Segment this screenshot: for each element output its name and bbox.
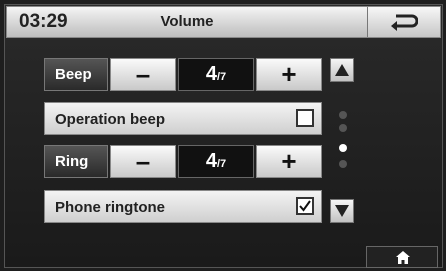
phone-ringtone-row[interactable]: Phone ringtone (44, 190, 322, 223)
checkmark-icon (299, 200, 311, 212)
beep-decrease-button[interactable]: – (110, 58, 176, 91)
phone-ringtone-checkbox[interactable] (296, 197, 314, 215)
ring-value-number: 4 (205, 150, 217, 172)
down-triangle-icon (335, 205, 349, 217)
beep-volume-row: Beep – 4/7 + (44, 58, 322, 91)
beep-value: 4/7 (178, 58, 254, 91)
home-icon (396, 251, 410, 264)
back-arrow-icon (391, 14, 418, 31)
beep-label: Beep (44, 58, 108, 91)
ring-volume-row: Ring – 4/7 + (44, 145, 322, 178)
page-dot-3-active (339, 144, 347, 152)
phone-ringtone-label: Phone ringtone (55, 199, 165, 216)
up-triangle-icon (335, 64, 349, 76)
ring-value: 4/7 (178, 145, 254, 178)
beep-increase-button[interactable]: + (256, 58, 322, 91)
ring-decrease-button[interactable]: – (110, 145, 176, 178)
page-dot-1 (339, 111, 347, 119)
beep-value-max: /7 (216, 71, 227, 83)
page-dot-2 (339, 124, 347, 132)
page-title: Volume (160, 13, 214, 30)
header-bar: 03:29 Volume (6, 6, 441, 38)
operation-beep-checkbox[interactable] (296, 109, 314, 127)
ring-label: Ring (44, 145, 108, 178)
ring-value-max: /7 (216, 158, 227, 170)
operation-beep-row[interactable]: Operation beep (44, 102, 322, 135)
home-button[interactable] (366, 246, 438, 268)
beep-value-number: 4 (205, 63, 217, 85)
screen (4, 4, 443, 268)
scroll-up-button[interactable] (330, 58, 354, 82)
scroll-down-button[interactable] (330, 199, 354, 223)
back-button[interactable] (367, 7, 440, 37)
ring-increase-button[interactable]: + (256, 145, 322, 178)
page-dot-4 (339, 160, 347, 168)
operation-beep-label: Operation beep (55, 111, 166, 128)
